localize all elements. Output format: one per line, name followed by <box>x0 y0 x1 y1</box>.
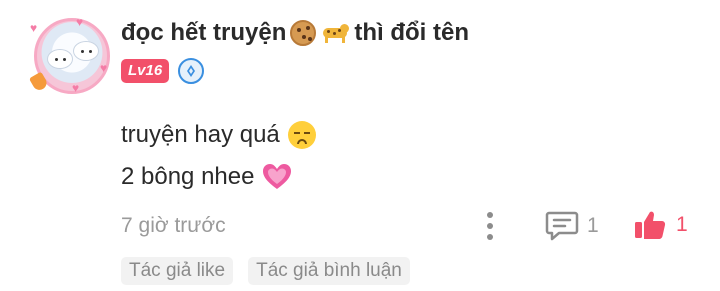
tag-author-liked: Tác giả like <box>121 257 234 285</box>
username-suffix: thì đổi tên <box>354 19 470 46</box>
comment-line-1: truyện hay quá <box>121 121 280 148</box>
username[interactable]: đọc hết truyện thì đổi tên <box>121 17 469 49</box>
tag-author-commented: Tác giả bình luận <box>248 257 410 285</box>
comment-line-2: 2 bông nhee <box>121 163 255 190</box>
heart-decoration-icon: ♥ <box>72 81 80 95</box>
sad-face-icon <box>287 121 316 149</box>
reply-button[interactable]: 1 <box>545 210 599 242</box>
thumbs-up-icon <box>635 211 666 239</box>
leopard-icon <box>320 22 350 44</box>
reply-count: 1 <box>587 214 599 237</box>
more-options-icon[interactable] <box>480 210 500 242</box>
avatar[interactable]: ♥ ♥ ♥ ♥ <box>28 15 116 95</box>
like-count: 1 <box>676 213 688 236</box>
vip-badge-icon <box>178 58 205 84</box>
like-button[interactable]: 1 <box>634 210 688 240</box>
bunny-face <box>47 49 73 69</box>
comment-icon <box>545 211 579 241</box>
cookie-icon <box>290 20 317 46</box>
heart-decoration-icon: ♥ <box>100 61 108 75</box>
level-badge: Lv16 <box>121 59 170 83</box>
heart-decoration-icon: ♥ <box>76 15 84 29</box>
user-badges: Lv16 <box>121 58 205 84</box>
comment-timestamp: 7 giờ trước <box>121 214 226 237</box>
comment-body: truyện hay quá 2 bông nhee <box>121 114 316 198</box>
pink-heart-icon <box>262 163 292 191</box>
username-text: đọc hết truyện <box>121 19 287 46</box>
bunny-face <box>73 41 99 61</box>
heart-decoration-icon: ♥ <box>30 21 38 35</box>
author-tags: Tác giả like Tác giả bình luận <box>121 257 410 285</box>
